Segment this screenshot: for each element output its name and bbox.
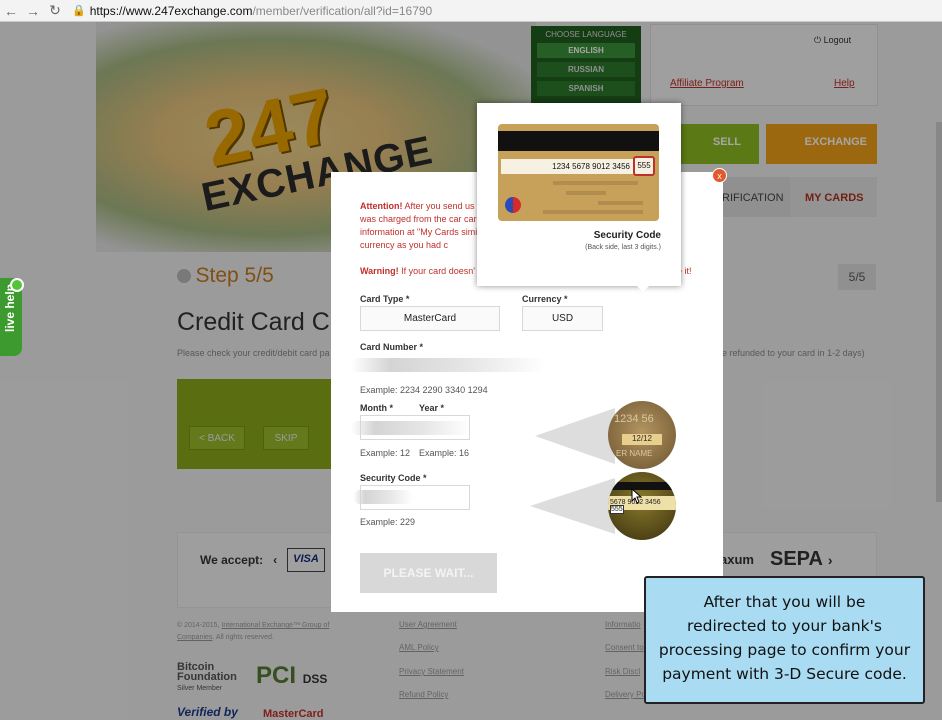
cvv-hint-beam — [530, 478, 615, 534]
zoom-digits: 1234 56 — [614, 413, 654, 425]
card-back-illustration: 1234 5678 9012 3456 555 — [498, 124, 659, 221]
card-text-line — [543, 210, 643, 214]
month-example: Example: 12 — [360, 448, 411, 458]
year-label: Year * — [419, 403, 445, 413]
zoom-name: ER NAME — [616, 449, 653, 458]
tooltip-pointer — [635, 284, 651, 292]
browser-toolbar: ← → ↻ 🔒 https://www.247exchange.com/memb… — [0, 0, 942, 22]
magnetic-stripe — [498, 131, 659, 151]
card-brand-icon — [505, 197, 521, 213]
url-host: https://www.247exchange.com — [89, 3, 253, 18]
security-code-blur — [353, 490, 413, 504]
callout-line: After that you will be — [703, 593, 866, 611]
url-path: /member/verification/all?id=16790 — [252, 3, 433, 18]
tooltip-subtitle: (Back side, last 3 digits.) — [585, 244, 661, 251]
signature-strip: 1234 5678 9012 3456 — [501, 159, 636, 174]
close-icon[interactable]: x — [712, 168, 727, 183]
reload-icon[interactable]: ↻ — [44, 2, 66, 19]
cvv-highlight: 555 — [633, 156, 655, 176]
warning-text: If your card doesn' — [398, 266, 475, 276]
card-text-line — [553, 181, 638, 185]
currency-label: Currency * — [522, 294, 568, 304]
callout-line: payment with 3-D Secure code. — [662, 665, 907, 683]
zoom-cvv: 555 — [610, 505, 624, 514]
submit-button[interactable]: PLEASE WAIT... — [360, 553, 497, 593]
warning-notice: Warning! If your card doesn' — [360, 266, 480, 276]
expiry-blur — [351, 421, 471, 435]
card-number-label: Card Number * — [360, 342, 424, 352]
year-example: Example: 16 — [419, 448, 470, 458]
security-code-example: Example: 229 — [360, 517, 416, 527]
tooltip-title: Security Code — [593, 230, 661, 241]
mouse-cursor-icon — [631, 488, 643, 504]
attention-label: Attention! — [360, 201, 403, 211]
expiry-hint-beam — [535, 408, 615, 464]
card-type-label: Card Type * — [360, 294, 410, 304]
tutorial-callout: After that you will be redirected to you… — [644, 576, 925, 704]
callout-line: processing page to confirm your — [658, 641, 911, 659]
card-text-line — [566, 191, 606, 195]
security-code-label: Security Code * — [360, 473, 427, 483]
address-bar[interactable]: https://www.247exchange.com/member/verif… — [90, 4, 433, 18]
security-code-tooltip: 1234 5678 9012 3456 555 Security Code (B… — [477, 103, 681, 286]
lock-icon: 🔒 — [72, 5, 86, 17]
card-number-input[interactable] — [351, 358, 546, 372]
back-arrow-icon[interactable]: ← — [0, 3, 22, 19]
expiry-zoom-circle: 1234 56 12/12 ER NAME — [608, 401, 676, 469]
currency-select[interactable]: USD — [522, 306, 603, 331]
card-number-example: Example: 2234 2290 3340 1294 — [360, 385, 488, 395]
callout-line: redirected to your bank's — [687, 617, 882, 635]
month-label: Month * — [360, 403, 393, 413]
cvv-zoom-circle: 5678 9012 3456 555 — [608, 472, 676, 540]
live-status-dot — [10, 278, 24, 292]
card-type-select[interactable]: MasterCard — [360, 306, 500, 331]
zoom-expiry-date: 12/12 — [622, 434, 662, 445]
card-text-line — [598, 201, 643, 205]
warning-label: Warning! — [360, 266, 399, 276]
forward-arrow-icon[interactable]: → — [22, 3, 44, 19]
